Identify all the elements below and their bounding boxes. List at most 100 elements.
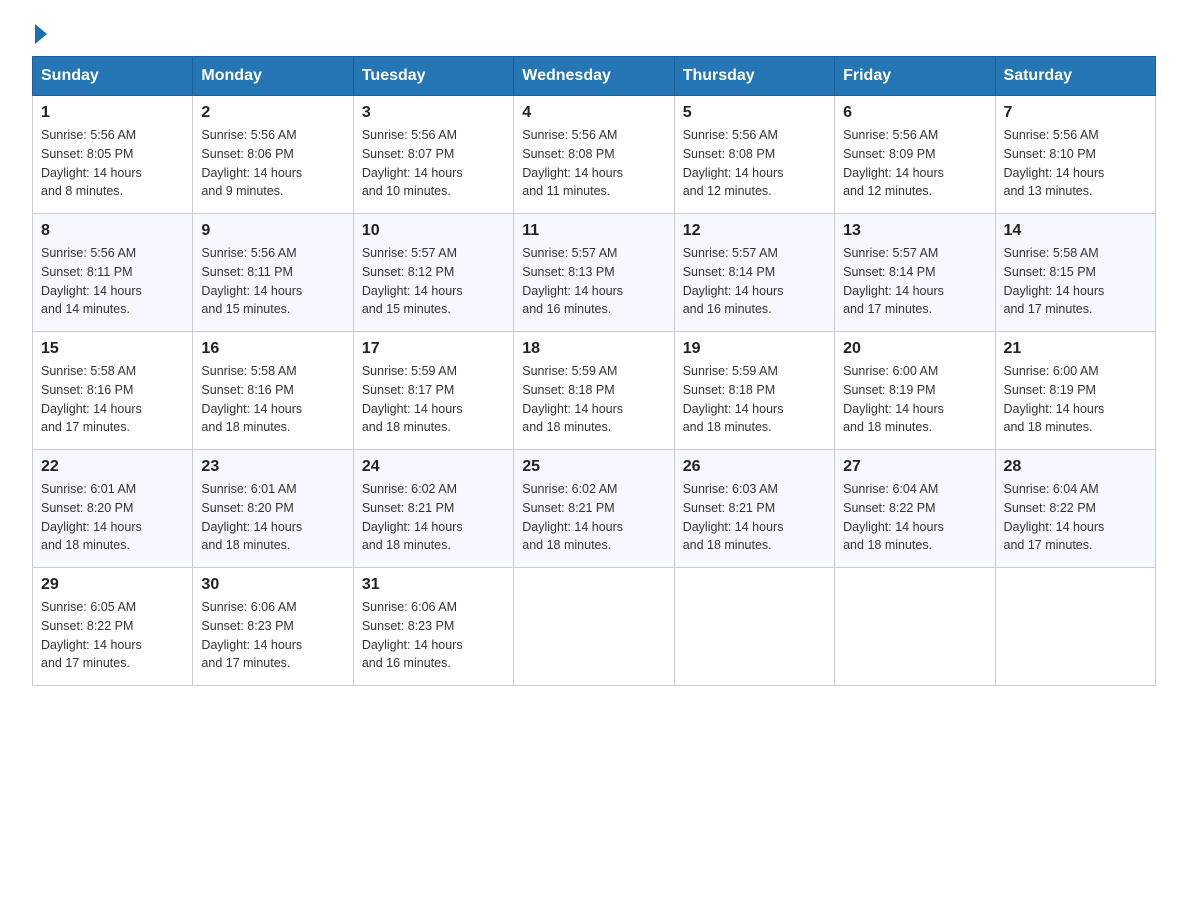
calendar-cell: 19 Sunrise: 5:59 AMSunset: 8:18 PMDayligh… [674, 332, 834, 450]
day-number: 24 [362, 458, 505, 476]
logo-triangle-icon [35, 24, 47, 44]
day-info: Sunrise: 6:06 AMSunset: 8:23 PMDaylight:… [201, 598, 344, 673]
day-number: 14 [1004, 222, 1147, 240]
calendar-cell: 25Sunrise: 6:02 AMSunset: 8:21 PMDayligh… [514, 450, 674, 568]
calendar-week-row: 8Sunrise: 5:56 AMSunset: 8:11 PMDaylight… [33, 214, 1156, 332]
day-info: Sunrise: 5:59 AMSunset: 8:18 PMDaylight:… [522, 362, 665, 437]
day-number: 12 [683, 222, 826, 240]
day-info: Sunrise: 5:56 AMSunset: 8:09 PMDaylight:… [843, 126, 986, 201]
calendar-cell: 16Sunrise: 5:58 AMSunset: 8:16 PMDayligh… [193, 332, 353, 450]
day-number: 30 [201, 576, 344, 594]
calendar-cell: 3 Sunrise: 5:56 AMSunset: 8:07 PMDaylight… [353, 96, 513, 214]
calendar-table: SundayMondayTuesdayWednesdayThursdayFrid… [32, 56, 1156, 686]
day-info: Sunrise: 5:58 AMSunset: 8:16 PMDaylight:… [201, 362, 344, 437]
header-thursday: Thursday [674, 57, 834, 96]
day-info: Sunrise: 5:59 AMSunset: 8:18 PMDaylight:… [683, 362, 826, 437]
day-info: Sunrise: 5:56 AMSunset: 8:10 PMDaylight:… [1004, 126, 1147, 201]
day-number: 5 [683, 104, 826, 122]
calendar-week-row: 22 Sunrise: 6:01 AMSunset: 8:20 PMDayligh… [33, 450, 1156, 568]
calendar-week-row: 15 Sunrise: 5:58 AMSunset: 8:16 PMDayligh… [33, 332, 1156, 450]
day-info: Sunrise: 5:56 AMSunset: 8:05 PMDaylight:… [41, 126, 184, 201]
calendar-cell: 21Sunrise: 6:00 AMSunset: 8:19 PMDayligh… [995, 332, 1155, 450]
calendar-cell: 29 Sunrise: 6:05 AMSunset: 8:22 PMDayligh… [33, 568, 193, 686]
calendar-cell: 30 Sunrise: 6:06 AMSunset: 8:23 PMDayligh… [193, 568, 353, 686]
header-friday: Friday [835, 57, 995, 96]
calendar-cell: 18 Sunrise: 5:59 AMSunset: 8:18 PMDayligh… [514, 332, 674, 450]
calendar-cell [514, 568, 674, 686]
day-number: 2 [201, 104, 344, 122]
day-number: 9 [201, 222, 344, 240]
day-number: 11 [522, 222, 665, 240]
day-info: Sunrise: 5:57 AMSunset: 8:14 PMDaylight:… [683, 244, 826, 319]
calendar-cell: 10 Sunrise: 5:57 AMSunset: 8:12 PMDayligh… [353, 214, 513, 332]
calendar-cell: 28 Sunrise: 6:04 AMSunset: 8:22 PMDayligh… [995, 450, 1155, 568]
day-number: 27 [843, 458, 986, 476]
header-monday: Monday [193, 57, 353, 96]
calendar-header-row: SundayMondayTuesdayWednesdayThursdayFrid… [33, 57, 1156, 96]
day-info: Sunrise: 5:56 AMSunset: 8:08 PMDaylight:… [522, 126, 665, 201]
calendar-cell: 9 Sunrise: 5:56 AMSunset: 8:11 PMDaylight… [193, 214, 353, 332]
day-number: 6 [843, 104, 986, 122]
logo-text [32, 24, 48, 44]
day-number: 28 [1004, 458, 1147, 476]
day-info: Sunrise: 6:02 AMSunset: 8:21 PMDaylight:… [522, 480, 665, 555]
day-info: Sunrise: 6:04 AMSunset: 8:22 PMDaylight:… [1004, 480, 1147, 555]
day-number: 10 [362, 222, 505, 240]
calendar-cell [674, 568, 834, 686]
day-number: 3 [362, 104, 505, 122]
day-info: Sunrise: 6:06 AMSunset: 8:23 PMDaylight:… [362, 598, 505, 673]
calendar-cell: 13 Sunrise: 5:57 AMSunset: 8:14 PMDayligh… [835, 214, 995, 332]
calendar-cell: 24Sunrise: 6:02 AMSunset: 8:21 PMDayligh… [353, 450, 513, 568]
calendar-cell: 11Sunrise: 5:57 AMSunset: 8:13 PMDayligh… [514, 214, 674, 332]
day-number: 4 [522, 104, 665, 122]
calendar-cell: 4 Sunrise: 5:56 AMSunset: 8:08 PMDaylight… [514, 96, 674, 214]
day-info: Sunrise: 5:56 AMSunset: 8:06 PMDaylight:… [201, 126, 344, 201]
day-info: Sunrise: 6:04 AMSunset: 8:22 PMDaylight:… [843, 480, 986, 555]
day-info: Sunrise: 6:01 AMSunset: 8:20 PMDaylight:… [201, 480, 344, 555]
calendar-cell: 15 Sunrise: 5:58 AMSunset: 8:16 PMDayligh… [33, 332, 193, 450]
day-number: 19 [683, 340, 826, 358]
day-number: 22 [41, 458, 184, 476]
day-number: 17 [362, 340, 505, 358]
calendar-cell [835, 568, 995, 686]
day-info: Sunrise: 6:05 AMSunset: 8:22 PMDaylight:… [41, 598, 184, 673]
calendar-cell: 17 Sunrise: 5:59 AMSunset: 8:17 PMDayligh… [353, 332, 513, 450]
header-saturday: Saturday [995, 57, 1155, 96]
calendar-cell: 23Sunrise: 6:01 AMSunset: 8:20 PMDayligh… [193, 450, 353, 568]
day-number: 26 [683, 458, 826, 476]
header-wednesday: Wednesday [514, 57, 674, 96]
day-number: 13 [843, 222, 986, 240]
calendar-week-row: 29 Sunrise: 6:05 AMSunset: 8:22 PMDayligh… [33, 568, 1156, 686]
calendar-cell: 26 Sunrise: 6:03 AMSunset: 8:21 PMDayligh… [674, 450, 834, 568]
calendar-cell: 14 Sunrise: 5:58 AMSunset: 8:15 PMDayligh… [995, 214, 1155, 332]
day-number: 1 [41, 104, 184, 122]
day-info: Sunrise: 6:01 AMSunset: 8:20 PMDaylight:… [41, 480, 184, 555]
day-info: Sunrise: 5:59 AMSunset: 8:17 PMDaylight:… [362, 362, 505, 437]
calendar-cell: 20Sunrise: 6:00 AMSunset: 8:19 PMDayligh… [835, 332, 995, 450]
day-number: 7 [1004, 104, 1147, 122]
calendar-cell: 5Sunrise: 5:56 AMSunset: 8:08 PMDaylight… [674, 96, 834, 214]
day-info: Sunrise: 5:58 AMSunset: 8:15 PMDaylight:… [1004, 244, 1147, 319]
calendar-cell: 31 Sunrise: 6:06 AMSunset: 8:23 PMDayligh… [353, 568, 513, 686]
day-info: Sunrise: 6:03 AMSunset: 8:21 PMDaylight:… [683, 480, 826, 555]
day-info: Sunrise: 5:57 AMSunset: 8:14 PMDaylight:… [843, 244, 986, 319]
day-number: 18 [522, 340, 665, 358]
day-number: 21 [1004, 340, 1147, 358]
calendar-week-row: 1 Sunrise: 5:56 AMSunset: 8:05 PMDaylight… [33, 96, 1156, 214]
calendar-cell: 22 Sunrise: 6:01 AMSunset: 8:20 PMDayligh… [33, 450, 193, 568]
header-sunday: Sunday [33, 57, 193, 96]
page-header [32, 24, 1156, 46]
day-number: 29 [41, 576, 184, 594]
day-number: 20 [843, 340, 986, 358]
day-info: Sunrise: 5:56 AMSunset: 8:11 PMDaylight:… [201, 244, 344, 319]
day-info: Sunrise: 5:57 AMSunset: 8:12 PMDaylight:… [362, 244, 505, 319]
logo [32, 24, 48, 46]
day-info: Sunrise: 5:58 AMSunset: 8:16 PMDaylight:… [41, 362, 184, 437]
calendar-cell: 2 Sunrise: 5:56 AMSunset: 8:06 PMDaylight… [193, 96, 353, 214]
day-number: 31 [362, 576, 505, 594]
day-info: Sunrise: 5:56 AMSunset: 8:07 PMDaylight:… [362, 126, 505, 201]
calendar-cell: 1 Sunrise: 5:56 AMSunset: 8:05 PMDaylight… [33, 96, 193, 214]
calendar-cell: 8Sunrise: 5:56 AMSunset: 8:11 PMDaylight… [33, 214, 193, 332]
calendar-cell: 7 Sunrise: 5:56 AMSunset: 8:10 PMDaylight… [995, 96, 1155, 214]
day-number: 15 [41, 340, 184, 358]
